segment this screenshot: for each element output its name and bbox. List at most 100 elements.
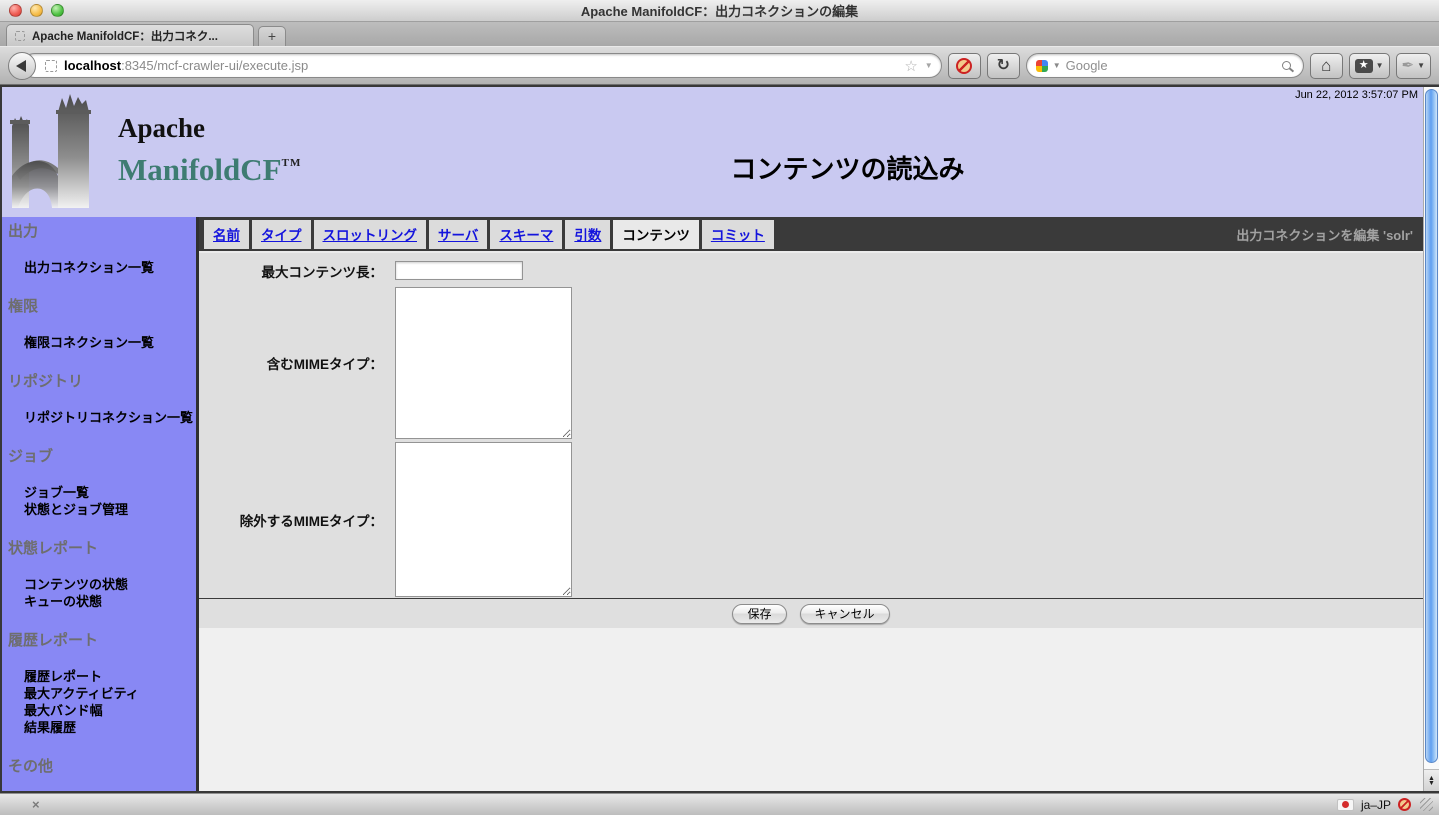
include-mime-types-label: 含むMIMEタイプ： [199,353,395,373]
sidebar-item-job-status[interactable]: 状態とジョブ管理 [24,501,194,518]
url-dropdown-icon[interactable]: ▼ [925,61,933,70]
url-path: :8345/mcf-crawler-ui/execute.jsp [121,58,308,73]
sidebar-item-simple-history[interactable]: 履歴レポート [24,668,194,685]
tab-commits[interactable]: コミット [702,220,774,249]
tab-arguments[interactable]: 引数 [565,220,610,249]
favicon-placeholder-icon [15,31,25,41]
addon-icon: ✒ [1402,58,1415,73]
sidebar-heading-authority: 権限 [8,298,194,316]
browser-tab[interactable]: Apache ManifoldCF：出力コネク... [6,24,254,46]
search-bar[interactable]: ▼ Google [1026,53,1304,78]
new-tab-button[interactable]: + [258,26,286,46]
search-placeholder[interactable]: Google [1066,58,1277,73]
search-magnifier-icon[interactable] [1282,61,1291,70]
reload-button[interactable]: ↻ [987,53,1020,79]
main-area: 名前 タイプ スロットリング サーバ スキーマ 引数 コンテンツ コミット 出力… [199,217,1423,791]
sidebar-item-job-list[interactable]: ジョブ一覧 [24,484,194,501]
url-bar[interactable]: localhost:8345/mcf-crawler-ui/execute.js… [22,53,942,78]
navigation-toolbar: localhost:8345/mcf-crawler-ui/execute.js… [0,46,1439,85]
reload-icon: ↻ [997,58,1010,74]
sidebar-item-authority-connections[interactable]: 権限コネクション一覧 [24,334,194,351]
window-titlebar[interactable]: Apache ManifoldCF：出力コネクションの編集 [0,0,1439,22]
sidebar-heading-output: 出力 [8,223,194,241]
url-text[interactable]: localhost:8345/mcf-crawler-ui/execute.js… [64,58,308,73]
browser-window: Apache ManifoldCF：出力コネクションの編集 Apache Man… [0,0,1439,815]
sidebar-item-queue-status[interactable]: キューの状態 [24,593,194,610]
bookmark-star-icon[interactable]: ☆ [904,57,917,75]
save-button[interactable]: 保存 [732,604,786,624]
sidebar-heading-status-reports: 状態レポート [8,540,194,558]
scrollbar-thumb[interactable] [1425,89,1438,763]
locale-label: ja–JP [1361,798,1391,812]
search-engine-dropdown-icon[interactable]: ▼ [1053,61,1061,70]
addon-dropdown-icon: ▼ [1417,61,1425,70]
home-icon: ⌂ [1321,57,1331,74]
status-bar: × ja–JP [0,793,1439,815]
japan-flag-icon [1337,799,1354,811]
include-mime-types-textarea[interactable] [395,287,572,439]
browser-tab-strip: Apache ManifoldCF：出力コネク... + [0,22,1439,46]
bookmarks-star-icon: ★ [1355,59,1373,73]
close-statusbar-icon[interactable]: × [32,798,40,811]
sidebar-item-repository-connections[interactable]: リポジトリコネクション一覧 [24,409,194,426]
empty-page-area [199,628,1423,791]
cancel-button[interactable]: キャンセル [800,604,890,624]
body-row: 出力 出力コネクション一覧 権限 権限コネクション一覧 リポジトリ リポジトリコ… [2,217,1423,791]
manifoldcf-bridge-logo [6,90,110,214]
sidebar-item-document-status[interactable]: コンテンツの状態 [24,576,194,593]
documents-form: 最大コンテンツ長： 含むMIMEタイプ： 除外するMIMEタイプ： [199,253,1423,599]
url-bar-group: localhost:8345/mcf-crawler-ui/execute.js… [8,52,942,80]
logo-manifoldcf-text: ManifoldCF [118,152,282,187]
sidebar: 出力 出力コネクション一覧 権限 権限コネクション一覧 リポジトリ リポジトリコ… [2,217,196,791]
page-title: コンテンツの読込み [272,149,1423,186]
sidebar-heading-repository: リポジトリ [8,373,194,391]
logo-apache: Apache [118,113,301,144]
adblock-status-icon[interactable] [1398,798,1411,811]
tab-type[interactable]: タイプ [252,220,311,249]
window-title: Apache ManifoldCF：出力コネクションの編集 [0,1,1439,20]
google-logo-icon [1036,60,1048,72]
sidebar-heading-jobs: ジョブ [8,448,194,466]
edit-connection-context-label: 出力コネクションを編集 'solr' [1236,225,1413,244]
vertical-scrollbar[interactable]: ▲ ▼ [1423,87,1439,791]
back-arrow-icon [16,60,26,72]
adblock-button[interactable] [948,53,981,79]
tab-documents-active[interactable]: コンテンツ [613,220,699,249]
tab-name[interactable]: 名前 [204,220,249,249]
window-controls [9,4,64,17]
sidebar-heading-history-reports: 履歴レポート [8,632,194,650]
max-content-length-input[interactable] [395,261,523,280]
site-identity-icon[interactable] [45,60,57,72]
close-window-button[interactable] [9,4,22,17]
minimize-window-button[interactable] [30,4,43,17]
url-host: localhost [64,58,121,73]
back-button[interactable] [8,52,36,80]
form-row-exclude-mime: 除外するMIMEタイプ： [199,442,1423,597]
sidebar-item-max-activity[interactable]: 最大アクティビティ [24,685,194,702]
sidebar-heading-misc: その他 [8,758,194,776]
adblock-icon [956,58,972,74]
form-row-include-mime: 含むMIMEタイプ： [199,287,1423,439]
button-band: 保存 キャンセル [199,599,1423,628]
addon-button[interactable]: ✒ ▼ [1396,53,1432,79]
home-button[interactable]: ⌂ [1310,53,1343,79]
resize-grip[interactable] [1420,798,1433,811]
exclude-mime-types-label: 除外するMIMEタイプ： [199,510,395,530]
browser-tab-title: Apache ManifoldCF：出力コネク... [32,28,218,44]
connection-tab-bar: 名前 タイプ スロットリング サーバ スキーマ 引数 コンテンツ コミット 出力… [199,217,1423,251]
exclude-mime-types-textarea[interactable] [395,442,572,597]
max-content-length-label: 最大コンテンツ長： [199,261,395,281]
bookmarks-button[interactable]: ★ ▼ [1349,53,1390,79]
scrollbar-arrows: ▲ ▼ [1424,769,1439,791]
timestamp: Jun 22, 2012 3:57:07 PM [1295,89,1418,101]
scroll-down-icon[interactable]: ▼ [1428,781,1435,786]
tab-schema[interactable]: スキーマ [490,220,562,249]
zoom-window-button[interactable] [51,4,64,17]
sidebar-item-result-history[interactable]: 結果履歴 [24,719,194,736]
page-content: Apache ManifoldCFTM Jun 22, 2012 3:57:07… [0,85,1439,793]
sidebar-item-max-bandwidth[interactable]: 最大バンド幅 [24,702,194,719]
sidebar-item-output-connections[interactable]: 出力コネクション一覧 [24,259,194,276]
form-row-max-length: 最大コンテンツ長： [199,257,1423,284]
tab-server[interactable]: サーバ [429,220,487,249]
tab-throttling[interactable]: スロットリング [314,220,427,249]
